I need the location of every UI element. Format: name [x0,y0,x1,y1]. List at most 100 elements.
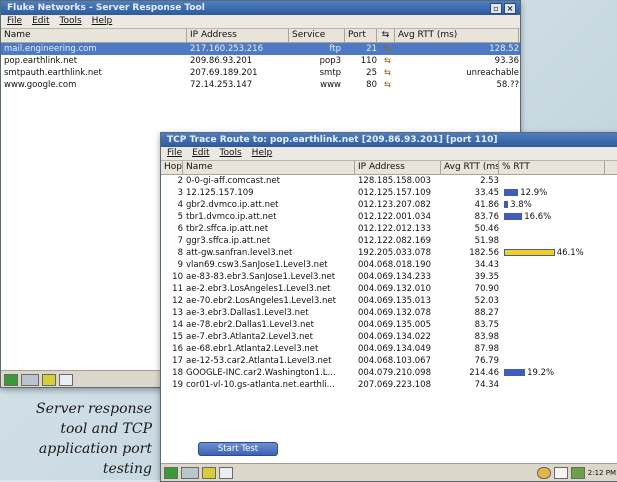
window-title: TCP Trace Route to: pop.earthlink.net [2… [167,135,498,145]
hop-ip: 004.069.135.013 [358,296,432,306]
column-header-name[interactable]: Name [183,161,355,174]
table-row[interactable]: 2 0-0-gi-aff.comcast.net 128.185.158.003 2.… [161,175,617,187]
column-header-service[interactable]: Service [289,29,345,42]
table-row[interactable]: pop.earthlink.net 209.86.93.201 pop3 110 ⇆ 93… [1,55,520,67]
hop-ip: 012.122.001.034 [358,212,432,222]
start-icon[interactable] [164,466,178,479]
column-header-port[interactable]: Port [345,29,377,42]
hop-pct-rtt [499,379,605,391]
hop-number: 3 [177,188,183,198]
hop-rtt: 39.35 [474,272,499,282]
hop-ip: 004.069.132.078 [358,308,432,318]
column-header-rtt[interactable]: Avg RTT (ms) [441,161,499,174]
keyboard-icon[interactable] [21,373,39,386]
table-row[interactable]: 17 ae-12-53.car2.Atlanta1.Level3.net 004.0… [161,355,617,367]
hop-ip: 012.122.082.169 [358,236,432,246]
window-icon[interactable] [219,466,233,479]
hop-name: att-gw.sanfran.level3.net [186,248,293,258]
plug-icon: ⇆ [383,80,392,90]
table-row[interactable]: 3 12.125.157.109 012.125.157.109 33.45 12.9% [161,187,617,199]
minimize-icon[interactable]: ▫ [490,3,502,14]
hop-ip: 012.122.012.133 [358,224,432,234]
ip-address: 207.69.189.201 [190,68,258,78]
table-row[interactable]: 12 ae-70.ebr2.LosAngeles1.Level3.net 004.0… [161,295,617,307]
app-icon[interactable] [202,466,216,479]
column-header-hop[interactable]: Hop [161,161,183,174]
port: 25 [366,68,377,78]
table-row[interactable]: 4 gbr2.dvmco.ip.att.net 012.123.207.082 41.… [161,199,617,211]
menu-edit[interactable]: Edit [32,15,49,28]
network-icon[interactable] [570,466,585,479]
column-header-ip[interactable]: IP Address [187,29,289,42]
hop-name: ae-3.ebr3.Dallas1.Level3.net [186,308,309,318]
hop-rtt: 214.46 [469,368,499,378]
hop-number: 11 [172,284,183,294]
table-row[interactable]: 16 ae-68.ebr1.Atlanta2.Level3.net 004.069.… [161,343,617,355]
table-row[interactable]: 6 tbr2.sffca.ip.att.net 012.122.012.133 50.… [161,223,617,235]
clock: 2:12 PM [587,468,616,477]
hop-name: ae-78.ebr2.Dallas1.Level3.net [186,320,314,330]
table-row[interactable]: 10 ae-83-83.ebr3.SanJose1.Level3.net 004.0… [161,271,617,283]
hop-name: 0-0-gi-aff.comcast.net [186,176,280,186]
clipboard-icon[interactable] [553,466,568,479]
hop-number: 2 [177,176,183,186]
hop-number: 7 [177,236,183,246]
table-row[interactable]: www.google.com 72.14.253.147 www 80 ⇆ 58.?? [1,79,520,91]
table-row[interactable]: 13 ae-3.ebr3.Dallas1.Level3.net 004.069.13… [161,307,617,319]
caption-line: application port [38,441,152,457]
close-icon[interactable]: × [504,3,516,14]
table-row[interactable]: mail.engineering.com 217.160.253.216 ftp 21… [1,43,520,55]
hop-rtt: 83.76 [474,212,499,222]
window-icon[interactable] [59,373,73,386]
menu-file[interactable]: File [7,15,22,28]
column-header-rtt[interactable]: Avg RTT (ms) [395,29,519,42]
caption-line: Server response [36,401,152,417]
ip-address: 209.86.93.201 [190,56,253,66]
server-name: pop.earthlink.net [4,56,78,66]
taskbar: 2:12 PM [161,463,617,481]
hop-pct-rtt: 12.9% [499,187,605,199]
trace-route-titlebar[interactable]: TCP Trace Route to: pop.earthlink.net [2… [161,133,617,147]
table-row[interactable]: 8 att-gw.sanfran.level3.net 192.205.033.07… [161,247,617,259]
plug-icon: ⇆ [383,56,392,66]
menu-file[interactable]: File [167,147,182,160]
table-row[interactable]: 19 cor01-vl-10.gs-atlanta.net.earthli... 2… [161,379,617,391]
caption: Server response tool and TCP application… [0,399,152,479]
service: ftp [329,44,341,54]
hop-pct-rtt [499,343,605,355]
hop-pct-rtt [499,331,605,343]
menu-edit[interactable]: Edit [192,147,209,160]
keyboard-icon[interactable] [181,466,199,479]
start-icon[interactable] [4,373,18,386]
table-row[interactable]: 9 vlan69.csw3.SanJose1.Level3.net 004.068.… [161,259,617,271]
table-row[interactable]: 14 ae-78.ebr2.Dallas1.Level3.net 004.069.1… [161,319,617,331]
column-header-name[interactable]: Name [1,29,187,42]
menu-tools[interactable]: Tools [220,147,242,160]
table-row[interactable]: 5 tbr1.dvmco.ip.att.net 012.122.001.034 83.… [161,211,617,223]
tray-icon[interactable] [536,466,551,479]
app-icon[interactable] [42,373,56,386]
menu-tools[interactable]: Tools [60,15,82,28]
menu-bar: File Edit Tools Help [161,147,617,161]
table-row[interactable]: 15 ae-7.ebr3.Atlanta2.Level3.net 004.069.1… [161,331,617,343]
table-row[interactable]: 7 ggr3.sffca.ip.att.net 012.122.082.169 51.… [161,235,617,247]
hop-rtt: 41.86 [474,200,499,210]
hop-name: tbr1.dvmco.ip.att.net [186,212,277,222]
hop-rtt: 83.75 [474,320,499,330]
hop-name: ae-83-83.ebr3.SanJose1.Level3.net [186,272,336,282]
table-row[interactable]: smtpauth.earthlink.net 207.69.189.201 smtp… [1,67,520,79]
rtt-bar [504,189,519,196]
table-row[interactable]: 11 ae-2.ebr3.LosAngeles1.Level3.net 004.06… [161,283,617,295]
table-row[interactable]: 18 GOOGLE-INC.car2.Washington1.L... 004.07… [161,367,617,379]
menu-help[interactable]: Help [252,147,273,160]
column-header-ip[interactable]: IP Address [355,161,441,174]
pct-label: 12.9% [520,188,548,198]
column-header-pct-rtt[interactable]: % RTT [499,161,605,174]
trace-route-window: TCP Trace Route to: pop.earthlink.net [2… [160,132,617,482]
server-name: smtpauth.earthlink.net [4,68,102,78]
menu-help[interactable]: Help [92,15,113,28]
start-test-button[interactable]: Start Test [198,442,278,456]
pct-label: 46.1% [556,248,584,258]
hop-number: 13 [172,308,183,318]
server-response-titlebar[interactable]: Fluke Networks - Server Response Tool ▫ … [1,1,520,15]
